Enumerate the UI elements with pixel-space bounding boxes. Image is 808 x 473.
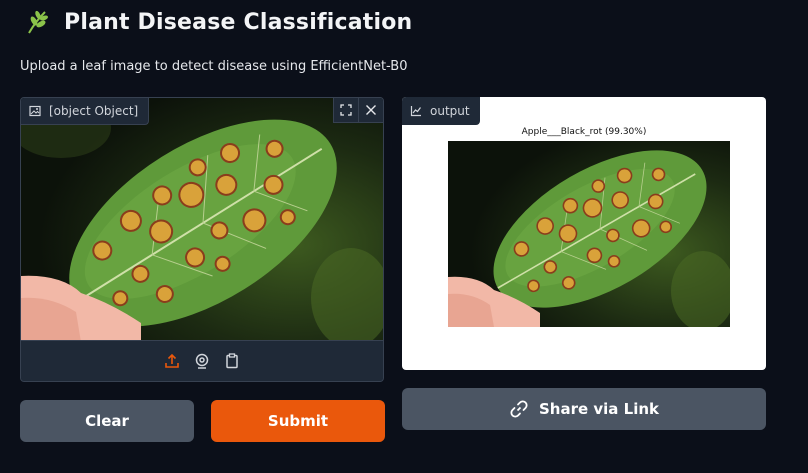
output-panel-label: output — [402, 97, 480, 125]
input-panel-label: [object Object] — [21, 98, 150, 125]
clipboard-button[interactable] — [223, 352, 241, 370]
clear-button[interactable]: Clear — [20, 400, 194, 442]
input-image-panel[interactable]: [object Object] — [20, 97, 384, 382]
leaf-input-image — [21, 98, 383, 342]
page-subtitle: Upload a leaf image to detect disease us… — [20, 59, 408, 74]
prediction-text: Apple___Black_rot (99.30%) — [521, 127, 647, 137]
share-via-link-button[interactable]: Share via Link — [402, 388, 766, 430]
upload-icon — [165, 353, 179, 368]
leaf-output-image — [448, 141, 730, 327]
input-panel-label-text: [object Object] — [49, 104, 139, 118]
image-icon — [29, 105, 41, 117]
link-icon — [510, 400, 528, 418]
output-panel: output Apple___Black_rot (99.30%) — [402, 97, 766, 370]
image-source-toolbar — [21, 340, 383, 381]
share-button-label: Share via Link — [538, 400, 659, 418]
page-title: Plant Disease Classification — [64, 9, 413, 35]
herb-icon — [28, 10, 49, 34]
image-actions — [333, 98, 383, 124]
upload-button[interactable] — [163, 352, 181, 370]
page-header: Plant Disease Classification — [24, 6, 412, 38]
webcam-icon — [195, 353, 209, 369]
webcam-button[interactable] — [193, 352, 211, 370]
fullscreen-button[interactable] — [333, 98, 358, 123]
clipboard-icon — [226, 353, 238, 369]
fullscreen-icon — [340, 104, 352, 116]
close-icon — [366, 105, 376, 115]
chart-icon — [410, 106, 421, 117]
submit-button[interactable]: Submit — [211, 400, 385, 442]
clear-image-button[interactable] — [358, 98, 383, 123]
output-panel-label-text: output — [430, 104, 470, 118]
